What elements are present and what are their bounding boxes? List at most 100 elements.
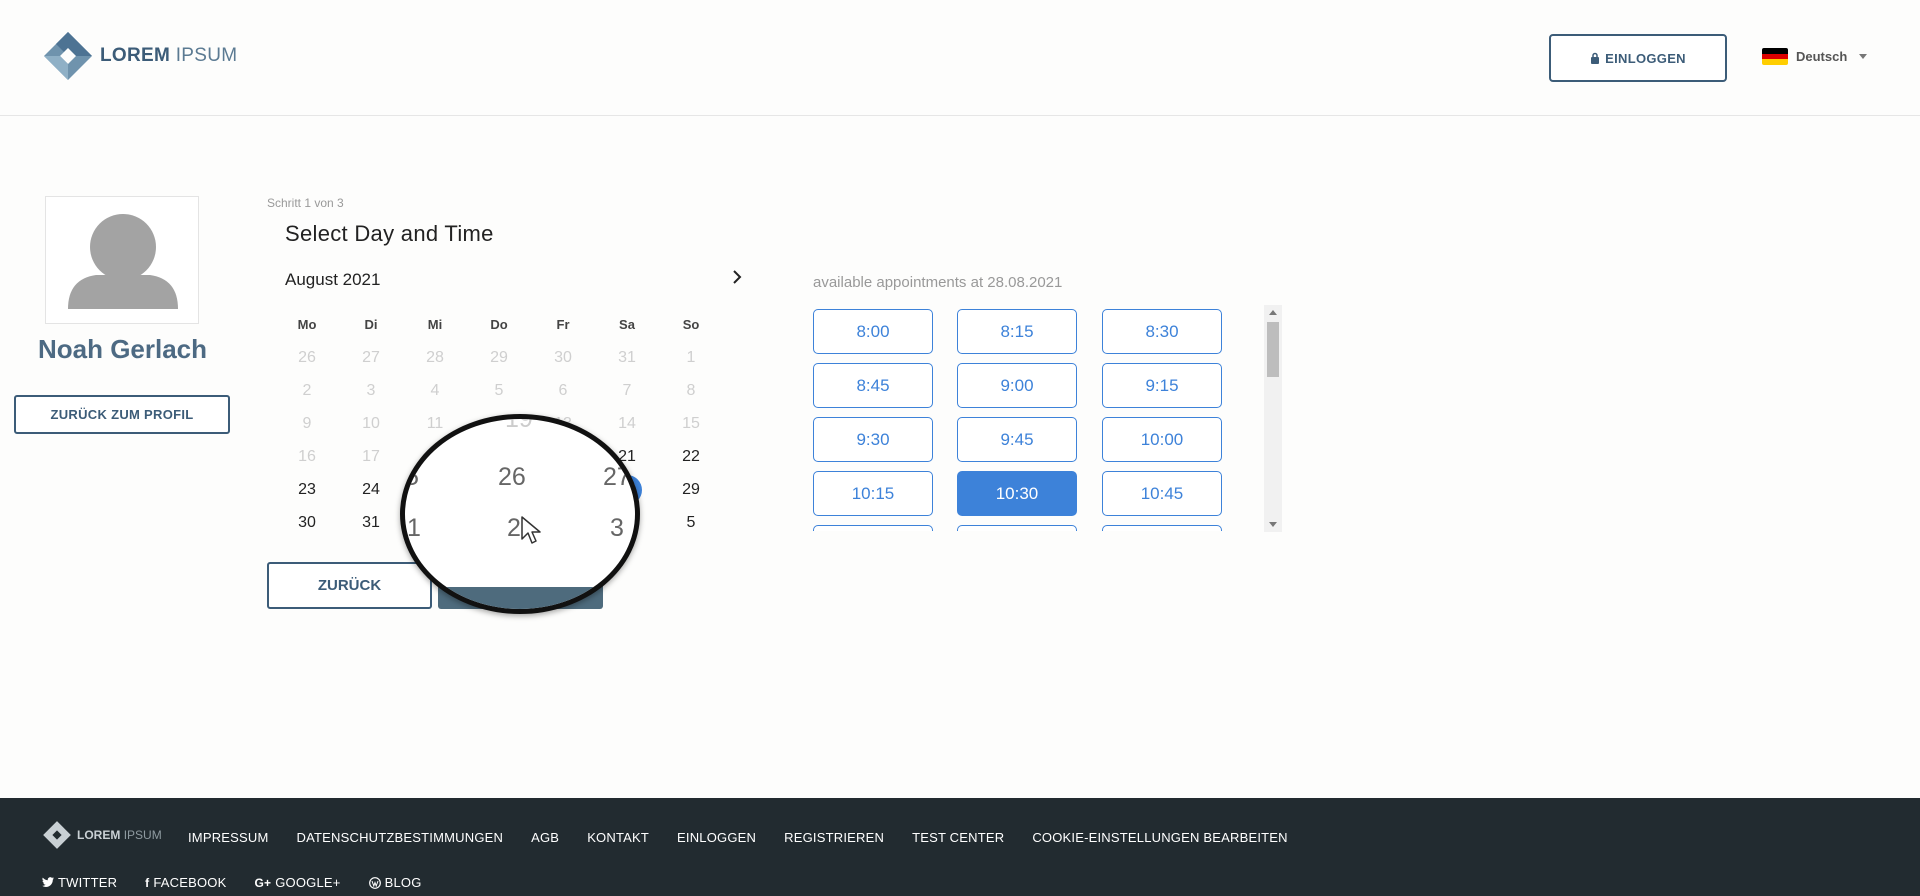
calendar-day-disabled: 4 [430, 381, 440, 399]
google-plus-label: GOOGLE+ [275, 875, 341, 890]
calendar-day-disabled: 27 [362, 348, 380, 366]
profile-name: Noah Gerlach [37, 334, 208, 364]
appointments-label: available appointments at 28.08.2021 [813, 274, 1063, 291]
footer-logo-text: LOREM IPSUM [77, 828, 162, 842]
magnifier-overlay: 19 5 26 27 1 2 3 [400, 414, 640, 614]
calendar-day[interactable]: 29 [659, 481, 723, 499]
footer-nav: IMPRESSUM DATENSCHUTZBESTIMMUNGEN AGB KO… [188, 830, 1288, 845]
logo[interactable]: LOREM IPSUM [42, 30, 237, 82]
calendar-day-disabled: 14 [618, 414, 636, 432]
login-button[interactable]: EINLOGGEN [1549, 34, 1727, 82]
time-slot[interactable]: 10:45 [1102, 471, 1222, 516]
calendar-month: August 2021 [285, 270, 381, 289]
calendar-day-disabled: 29 [490, 348, 508, 366]
page-title: Select Day and Time [285, 221, 494, 246]
mouse-cursor-icon [521, 516, 541, 544]
magnified-next-button [405, 587, 635, 609]
time-slot[interactable]: 10:15 [813, 471, 933, 516]
time-slot[interactable]: 8:30 [1102, 309, 1222, 354]
calendar-day-disabled: 9 [302, 414, 312, 432]
magnified-day: 2 [507, 514, 521, 542]
germany-flag-icon [1762, 48, 1788, 65]
calendar-week: 26 27 28 29 30 31 1 [275, 341, 723, 374]
footer-link-test-center[interactable]: TEST CENTER [912, 830, 1004, 845]
weekday-header: Mo Di Mi Do Fr Sa So [275, 308, 723, 341]
time-slot[interactable]: 10:00 [1102, 417, 1222, 462]
time-slot[interactable]: 9:00 [957, 363, 1077, 408]
avatar [45, 196, 199, 324]
calendar-day[interactable]: 5 [659, 514, 723, 532]
time-slot[interactable]: 9:30 [813, 417, 933, 462]
time-slot[interactable] [1102, 525, 1222, 531]
calendar-day[interactable]: 30 [275, 514, 339, 532]
calendar-day-disabled: 8 [686, 381, 696, 399]
footer-social-twitter[interactable]: TWITTER [42, 875, 117, 890]
lock-icon [1591, 52, 1600, 64]
footer-link-agb[interactable]: AGB [531, 830, 559, 845]
slots-scrollbar[interactable] [1264, 305, 1282, 532]
header: LOREM IPSUM EINLOGGEN Deutsch [0, 0, 1920, 116]
magnified-day: 26 [498, 463, 526, 491]
calendar-day-disabled: 5 [494, 381, 504, 399]
time-slot[interactable]: 8:15 [957, 309, 1077, 354]
weekday-label: Mo [297, 317, 317, 332]
scroll-down-arrow-icon[interactable] [1269, 522, 1277, 527]
scroll-thumb[interactable] [1267, 322, 1279, 377]
magnified-day: 27 [603, 463, 631, 491]
language-selector[interactable]: Deutsch [1762, 48, 1868, 65]
footer-link-impressum[interactable]: IMPRESSUM [188, 830, 269, 845]
footer-social-blog[interactable]: BLOG [368, 875, 422, 890]
login-button-label: EINLOGGEN [1605, 50, 1686, 66]
magnified-day: 5 [405, 463, 419, 491]
magnified-day: 19 [505, 414, 533, 433]
logo-mark-icon [44, 32, 92, 80]
footer-link-contact[interactable]: KONTAKT [587, 830, 649, 845]
footer-link-login[interactable]: EINLOGGEN [677, 830, 756, 845]
magnified-day: 3 [610, 514, 624, 542]
footer-social: TWITTER f FACEBOOK G+ GOOGLE+ BLOG [42, 875, 422, 890]
footer-social-facebook[interactable]: f FACEBOOK [145, 875, 226, 890]
calendar-day[interactable]: 23 [275, 481, 339, 499]
calendar-day[interactable]: 24 [339, 481, 403, 499]
facebook-label: FACEBOOK [153, 875, 227, 890]
time-slot-list: 8:00 8:15 8:30 8:45 9:00 9:15 9:30 9:45 … [813, 309, 1233, 531]
calendar-day[interactable]: 22 [659, 448, 723, 466]
footer-logo-mark-icon [43, 821, 71, 849]
time-slot[interactable] [813, 525, 933, 531]
caret-down-icon [1859, 54, 1868, 59]
time-slot[interactable]: 8:45 [813, 363, 933, 408]
calendar-week: 2 3 4 5 6 7 8 [275, 374, 723, 407]
calendar-day-disabled: 16 [298, 447, 316, 465]
weekday-label: So [682, 317, 700, 332]
calendar-day-disabled: 28 [426, 348, 444, 366]
time-slot[interactable]: 8:00 [813, 309, 933, 354]
back-to-profile-button[interactable]: ZURÜCK ZUM PROFIL [14, 395, 230, 434]
wordpress-icon [368, 876, 381, 889]
logo-text: LOREM IPSUM [100, 45, 238, 66]
footer-logo[interactable]: LOREM IPSUM [42, 820, 162, 850]
time-slot[interactable]: 9:45 [957, 417, 1077, 462]
footer-social-google-plus[interactable]: G+ GOOGLE+ [255, 875, 341, 890]
calendar-day[interactable]: 31 [339, 514, 403, 532]
time-slot[interactable]: 9:15 [1102, 363, 1222, 408]
calendar-day-disabled: 1 [686, 348, 696, 366]
scroll-up-arrow-icon[interactable] [1269, 310, 1277, 315]
calendar-day-disabled: 10 [362, 414, 380, 432]
weekday-label: Di [364, 317, 378, 332]
weekday-label: Sa [619, 317, 635, 332]
facebook-icon: f [145, 875, 150, 890]
twitter-icon [42, 877, 54, 887]
footer-link-register[interactable]: REGISTRIEREN [784, 830, 884, 845]
calendar-day-disabled: 17 [362, 447, 380, 465]
weekday-label: Fr [556, 317, 570, 332]
google-plus-icon: G+ [254, 875, 272, 890]
next-month-button[interactable] [722, 262, 752, 292]
calendar-day-disabled: 26 [298, 348, 316, 366]
calendar-day-disabled: 6 [558, 381, 568, 399]
footer-link-privacy[interactable]: DATENSCHUTZBESTIMMUNGEN [297, 830, 504, 845]
footer-link-cookie-settings[interactable]: COOKIE-EINSTELLUNGEN BEARBEITEN [1032, 830, 1287, 845]
calendar-day-disabled: 15 [682, 414, 700, 432]
time-slot[interactable] [957, 525, 1077, 531]
calendar-day-disabled: 31 [618, 348, 636, 366]
time-slot-selected[interactable]: 10:30 [957, 471, 1077, 516]
